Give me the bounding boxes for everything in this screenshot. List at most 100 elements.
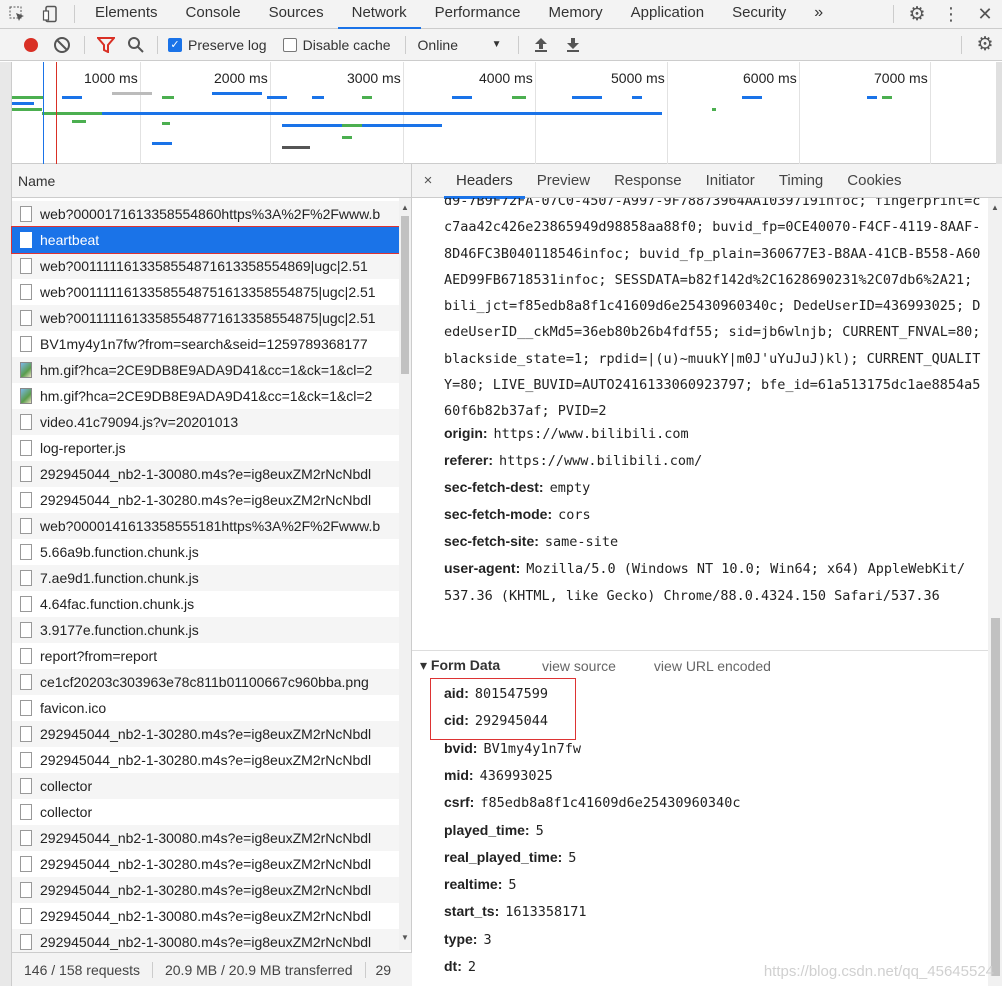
timeline-gridline bbox=[930, 62, 931, 164]
document-file-icon bbox=[20, 830, 32, 846]
more-tabs-icon[interactable]: » bbox=[800, 0, 837, 29]
tab-console[interactable]: Console bbox=[172, 0, 255, 29]
waterfall-bar bbox=[282, 124, 442, 127]
export-har-icon[interactable] bbox=[557, 29, 589, 61]
view-source-link[interactable]: view source bbox=[542, 658, 616, 674]
request-row[interactable]: 292945044_nb2-1-30280.m4s?e=ig8euxZM2rNc… bbox=[12, 851, 400, 877]
import-har-icon[interactable] bbox=[525, 29, 557, 61]
request-row[interactable]: hm.gif?hca=2CE9DB8E9ADA9D41&cc=1&ck=1&cl… bbox=[12, 383, 400, 409]
request-row[interactable]: 7.ae9d1.function.chunk.js bbox=[12, 565, 400, 591]
details-tab-cookies[interactable]: Cookies bbox=[835, 164, 913, 198]
request-details-panel: × Headers Preview Response Initiator Timing C… bbox=[412, 164, 1002, 986]
request-row[interactable]: video.41c79094.js?v=20201013 bbox=[12, 409, 400, 435]
dom-content-loaded-marker bbox=[43, 62, 44, 164]
request-name: collector bbox=[40, 804, 93, 820]
throttling-select[interactable]: Online ▼ bbox=[412, 29, 508, 61]
request-row[interactable]: 292945044_nb2-1-30080.m4s?e=ig8euxZM2rNc… bbox=[12, 903, 400, 929]
drawer-edge bbox=[0, 62, 12, 986]
form-data-section-header[interactable]: ▾ Form Data view source view URL encoded bbox=[412, 650, 988, 680]
document-file-icon bbox=[20, 232, 32, 248]
form-field-name: dt: bbox=[444, 958, 462, 974]
request-list-scrollbar[interactable]: ▲ ▼ bbox=[399, 198, 411, 950]
tab-network[interactable]: Network bbox=[337, 0, 421, 30]
scroll-up-arrow-icon[interactable]: ▲ bbox=[399, 202, 411, 214]
details-tab-timing[interactable]: Timing bbox=[767, 164, 835, 198]
waterfall-bar bbox=[742, 96, 762, 99]
preserve-log-checkbox[interactable]: ✓ Preserve log bbox=[164, 29, 275, 61]
request-header-row: sec-fetch-site: same-site bbox=[444, 528, 618, 555]
request-row[interactable]: favicon.ico bbox=[12, 695, 400, 721]
view-url-encoded-link[interactable]: view URL encoded bbox=[654, 658, 771, 674]
details-scrollbar[interactable]: ▲ bbox=[988, 198, 1002, 986]
request-row[interactable]: web?00111116133585548771613358554875|ugc… bbox=[12, 305, 400, 331]
dropdown-arrow-icon: ▼ bbox=[491, 39, 502, 50]
waterfall-bar bbox=[277, 112, 297, 115]
request-row[interactable]: 4.64fac.function.chunk.js bbox=[12, 591, 400, 617]
inspect-element-icon[interactable] bbox=[0, 0, 34, 29]
tab-security[interactable]: Security bbox=[718, 0, 800, 29]
waterfall-bar bbox=[62, 96, 82, 99]
document-file-icon bbox=[20, 804, 32, 820]
request-row[interactable]: 3.9177e.function.chunk.js bbox=[12, 617, 400, 643]
form-data-title[interactable]: ▾ Form Data bbox=[412, 657, 542, 674]
details-tab-preview[interactable]: Preview bbox=[525, 164, 602, 198]
waterfall-bar bbox=[12, 108, 42, 111]
waterfall-bar bbox=[362, 96, 372, 99]
tab-application[interactable]: Application bbox=[617, 0, 718, 29]
request-row[interactable]: report?from=report bbox=[12, 643, 400, 669]
request-row[interactable]: web?0000141613358555181https%3A%2F%2Fwww… bbox=[12, 513, 400, 539]
request-row[interactable]: 292945044_nb2-1-30280.m4s?e=ig8euxZM2rNc… bbox=[12, 877, 400, 903]
document-file-icon bbox=[20, 310, 32, 326]
disable-cache-checkbox[interactable]: Disable cache bbox=[275, 29, 399, 61]
device-toolbar-icon[interactable] bbox=[34, 0, 68, 29]
request-row[interactable]: web?0000171613358554860https%3A%2F%2Fwww… bbox=[12, 201, 400, 227]
request-row[interactable]: hm.gif?hca=2CE9DB8E9ADA9D41&cc=1&ck=1&cl… bbox=[12, 357, 400, 383]
form-data-row: start_ts: 1613358171 bbox=[444, 898, 587, 925]
tab-performance[interactable]: Performance bbox=[421, 0, 535, 29]
request-row[interactable]: 292945044_nb2-1-30280.m4s?e=ig8euxZM2rNc… bbox=[12, 721, 400, 747]
details-tab-headers[interactable]: Headers bbox=[444, 164, 525, 199]
tab-memory[interactable]: Memory bbox=[535, 0, 617, 29]
settings-gear-icon[interactable]: ⚙ bbox=[900, 0, 934, 29]
record-icon[interactable] bbox=[16, 29, 46, 61]
waterfall-bar bbox=[312, 96, 324, 99]
request-row[interactable]: web?00111116133585548751613358554875|ugc… bbox=[12, 279, 400, 305]
request-header-row: referer: https://www.bilibili.com/ bbox=[444, 447, 702, 474]
tab-elements[interactable]: Elements bbox=[81, 0, 172, 29]
headers-view: d9-7B9F72FA-07C0-4507-A997-9F78873964AA1… bbox=[412, 198, 988, 986]
tab-sources[interactable]: Sources bbox=[255, 0, 338, 29]
close-details-icon[interactable]: × bbox=[412, 172, 444, 189]
form-field-value: 5 bbox=[535, 822, 544, 839]
form-field-name: realtime: bbox=[444, 876, 503, 893]
request-row[interactable]: log-reporter.js bbox=[12, 435, 400, 461]
waterfall-bar bbox=[72, 120, 86, 123]
timeline-tick-label: 6000 ms bbox=[743, 70, 797, 86]
request-row[interactable]: collector bbox=[12, 773, 400, 799]
details-tab-initiator[interactable]: Initiator bbox=[694, 164, 767, 198]
clear-icon[interactable] bbox=[46, 29, 78, 61]
details-scroll-up-icon[interactable]: ▲ bbox=[989, 202, 1001, 214]
request-row[interactable]: BV1my4y1n7fw?from=search&seid=1259789368… bbox=[12, 331, 400, 357]
overview-scrollbar[interactable] bbox=[996, 62, 1002, 164]
close-devtools-icon[interactable]: ✕ bbox=[968, 0, 1002, 29]
request-row[interactable]: 5.66a9b.function.chunk.js bbox=[12, 539, 400, 565]
header-name: referer: bbox=[444, 452, 494, 468]
network-overview-timeline[interactable]: 1000 ms 2000 ms 3000 ms 4000 ms 5000 ms 6000 … bbox=[12, 62, 1002, 164]
header-name: origin: bbox=[444, 425, 488, 441]
request-row[interactable]: 292945044_nb2-1-30080.m4s?e=ig8euxZM2rNc… bbox=[12, 461, 400, 487]
filter-icon[interactable] bbox=[91, 29, 121, 61]
request-row[interactable]: 292945044_nb2-1-30280.m4s?e=ig8euxZM2rNc… bbox=[12, 487, 400, 513]
details-tab-response[interactable]: Response bbox=[602, 164, 694, 198]
request-row[interactable]: ce1cf20203c303963e78c811b01100667c960bba… bbox=[12, 669, 400, 695]
document-file-icon bbox=[20, 518, 32, 534]
request-row[interactable]: 292945044_nb2-1-30280.m4s?e=ig8euxZM2rNc… bbox=[12, 747, 400, 773]
request-row[interactable]: web?001111161335855487161335855486­9|ugc… bbox=[12, 253, 400, 279]
request-row[interactable]: heartbeat bbox=[11, 226, 401, 254]
network-settings-gear-icon[interactable]: ⚙ bbox=[968, 29, 1002, 61]
name-column-header[interactable]: Name bbox=[12, 164, 411, 198]
request-row[interactable]: collector bbox=[12, 799, 400, 825]
request-row[interactable]: 292945044_nb2-1-30080.m4s?e=ig8euxZM2rNc… bbox=[12, 825, 400, 851]
search-icon[interactable] bbox=[121, 29, 151, 61]
scroll-down-arrow-icon[interactable]: ▼ bbox=[399, 932, 411, 944]
more-options-icon[interactable]: ⋮ bbox=[934, 0, 968, 29]
